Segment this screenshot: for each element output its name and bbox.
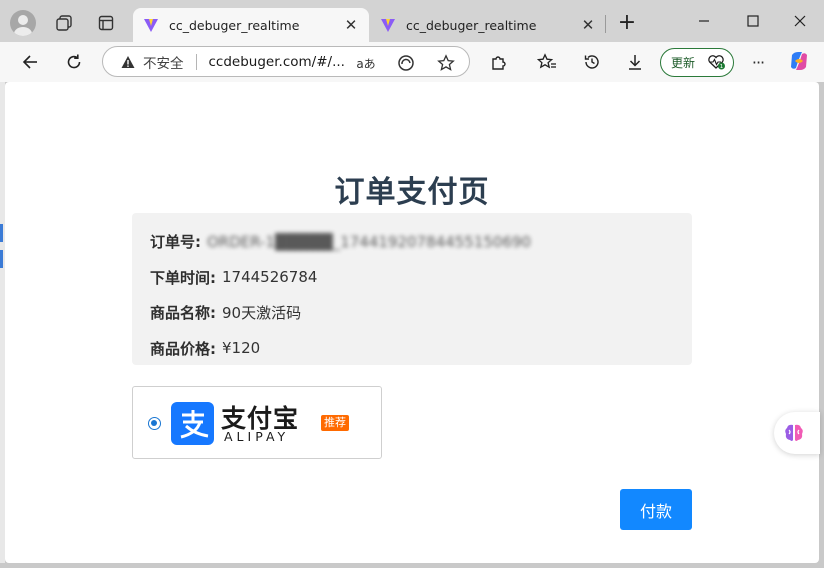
new-tab-button[interactable]: + [615,11,639,35]
more-icon[interactable]: ··· [746,50,770,74]
product-price-row: 商品价格: ¥120 [150,331,674,367]
tab-actions-icon[interactable] [92,9,120,37]
edge-refresh-icon[interactable] [396,53,416,73]
warning-icon[interactable] [121,55,135,69]
close-tab-icon[interactable]: ✕ [580,16,596,34]
page-title: 订单支付页 [334,175,490,210]
update-label: 更新 [671,56,696,70]
maximize-icon[interactable] [742,10,764,32]
alipay-icon [171,402,214,445]
product-name-row: 商品名称: 90天激活码 [150,295,674,331]
product-price-value: ¥120 [222,339,261,358]
floating-assistant[interactable] [774,412,820,454]
order-number-label: 订单号: [150,233,201,252]
order-time-value: 1744526784 [222,268,318,287]
vite-logo-icon [144,19,158,32]
browser-toolbar: 不安全 ccdebuger.com/#/... aあ 更新 1 ··· [0,42,824,82]
browser-tabbar: cc_debuger_realtime ✕ cc_debuger_realtim… [0,0,824,42]
alipay-option[interactable]: 支付宝 ALIPAY 推荐 [132,386,382,459]
product-name-label: 商品名称: [150,304,216,323]
close-window-icon[interactable] [789,10,811,32]
page-viewport: 订单支付页 订单号: ORDER-1█████_1744192078445515… [5,82,819,563]
order-time-row: 下单时间: 1744526784 [150,260,674,296]
refresh-icon[interactable] [62,50,86,74]
read-aloud-icon[interactable]: aあ [356,53,376,73]
tab-active[interactable]: cc_debuger_realtime ✕ [133,8,369,42]
security-label[interactable]: 不安全 [143,52,184,72]
minimize-icon[interactable] [693,10,715,32]
url-text[interactable]: ccdebuger.com/#/... [209,54,345,70]
order-number-value: ORDER-1█████_17441920784455150690 [207,232,532,251]
profile-avatar-icon[interactable] [10,10,36,36]
update-badge: 1 [720,64,724,70]
alipay-radio[interactable] [148,417,161,430]
pay-button[interactable]: 付款 [620,489,692,530]
alipay-name-en: ALIPAY [224,429,290,444]
favorites-icon[interactable] [535,50,559,74]
back-icon[interactable] [18,50,42,74]
favorite-star-icon[interactable] [436,53,456,73]
history-icon[interactable] [580,50,604,74]
tab-title: cc_debuger_realtime [406,17,537,33]
tab-separator [605,15,606,33]
tab-title: cc_debuger_realtime [169,17,300,33]
order-number-row: 订单号: ORDER-1█████_17441920784455150690 [150,224,674,260]
recommended-badge: 推荐 [321,415,349,431]
heartbeat-icon: 1 [708,55,725,70]
address-bar[interactable]: 不安全 ccdebuger.com/#/... aあ [102,46,470,77]
update-button[interactable]: 更新 1 [660,48,734,77]
close-tab-icon[interactable]: ✕ [343,16,359,34]
vite-logo-icon [381,19,395,32]
order-info-card: 订单号: ORDER-1█████_17441920784455150690 下… [132,213,692,365]
copilot-icon[interactable] [788,50,810,72]
download-icon[interactable] [623,50,647,74]
tab-inactive[interactable]: cc_debuger_realtime ✕ [370,8,606,42]
workspaces-icon[interactable] [50,9,78,37]
order-time-label: 下单时间: [150,268,216,287]
product-price-label: 商品价格: [150,339,216,358]
address-divider [195,53,197,70]
brain-widget-icon [785,424,803,441]
product-name-value: 90天激活码 [222,304,302,323]
extensions-icon[interactable] [487,50,511,74]
